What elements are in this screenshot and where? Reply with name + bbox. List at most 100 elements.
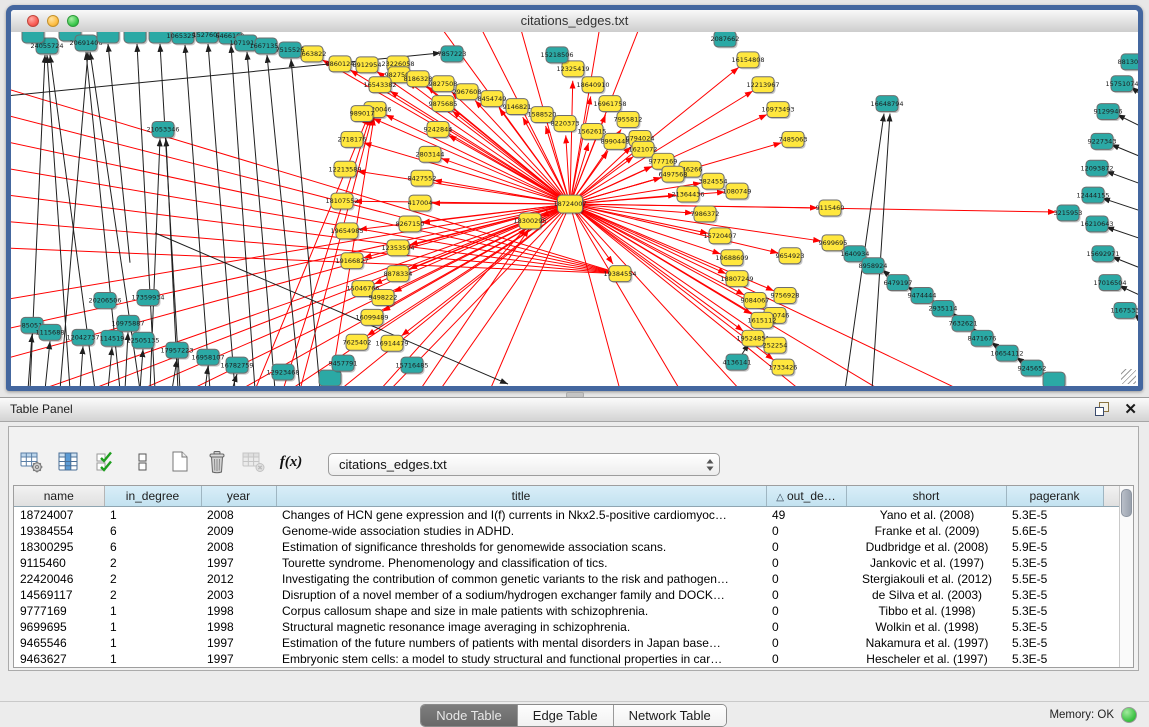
- graph-node[interactable]: 8912954: [353, 57, 382, 74]
- table-cell[interactable]: 5.3E-5: [1006, 506, 1103, 523]
- table-mode-icon[interactable]: [18, 448, 46, 476]
- table-cell[interactable]: 0: [766, 587, 846, 603]
- graph-node[interactable]: 8267150: [396, 216, 425, 233]
- graph-node[interactable]: 15218506: [540, 47, 573, 64]
- graph-node[interactable]: 8471676: [968, 330, 997, 347]
- table-cell[interactable]: 1: [104, 506, 201, 523]
- table-cell[interactable]: 1: [104, 619, 201, 635]
- graph-node[interactable]: 9245652: [1018, 360, 1047, 377]
- window-resize-grip-icon[interactable]: [1121, 369, 1136, 384]
- graph-node[interactable]: 7632621: [949, 315, 978, 332]
- graph-node[interactable]: 2718176: [338, 131, 367, 148]
- graph-node[interactable]: 12444155: [1076, 187, 1109, 204]
- table-cell[interactable]: 0: [766, 555, 846, 571]
- graph-node[interactable]: 9129946: [1094, 104, 1123, 121]
- table-cell[interactable]: 1997: [201, 555, 276, 571]
- table-cell[interactable]: 5.3E-5: [1006, 619, 1103, 635]
- table-cell[interactable]: Embryonic stem cells: a model to study s…: [276, 651, 766, 667]
- graph-node[interactable]: 2087662: [711, 32, 740, 48]
- graph-node[interactable]: 7955812: [614, 112, 643, 129]
- table-cell[interactable]: 2008: [201, 506, 276, 523]
- graph-node[interactable]: 16914479: [375, 335, 408, 352]
- table-cell[interactable]: Stergiakouli et al. (2012): [846, 571, 1006, 587]
- graph-node[interactable]: 9115460: [816, 200, 845, 217]
- scrollbar-thumb[interactable]: [1121, 489, 1132, 517]
- graph-node[interactable]: 8878334: [384, 266, 413, 283]
- table-cell[interactable]: 2: [104, 571, 201, 587]
- graph-node[interactable]: 1615112: [748, 312, 777, 329]
- table-cell[interactable]: 2: [104, 555, 201, 571]
- graph-node[interactable]: 15692971: [1086, 246, 1119, 263]
- table-cell[interactable]: Nakamura et al. (1997): [846, 635, 1006, 651]
- table-cell[interactable]: 5.3E-5: [1006, 635, 1103, 651]
- graph-node[interactable]: 16961758: [593, 96, 626, 113]
- graph-node[interactable]: 16782759: [220, 357, 253, 374]
- delete-rows-icon[interactable]: [203, 448, 231, 476]
- graph-node[interactable]: 12923468: [266, 364, 299, 381]
- graph-node[interactable]: [22, 32, 46, 44]
- table-cell[interactable]: Wolkin et al. (1998): [846, 619, 1006, 635]
- graph-node[interactable]: 9242844: [424, 121, 453, 138]
- graph-node[interactable]: 3215953: [1054, 205, 1083, 222]
- graph-node[interactable]: 1167533: [1111, 302, 1138, 319]
- table-row[interactable]: 1456911722003Disruption of a novel membe…: [14, 587, 1122, 603]
- new-table-icon[interactable]: [166, 448, 194, 476]
- table-cell[interactable]: 2009: [201, 523, 276, 539]
- table-row[interactable]: 946554611997Estimation of the future num…: [14, 635, 1122, 651]
- graph-node[interactable]: 21053346: [146, 121, 179, 138]
- table-cell[interactable]: 2012: [201, 571, 276, 587]
- graph-node[interactable]: 17016504: [1093, 275, 1126, 292]
- graph-node[interactable]: 17359934: [131, 290, 164, 307]
- column-header-name[interactable]: name: [14, 486, 104, 506]
- graph-node[interactable]: 9875685: [429, 96, 458, 113]
- graph-node[interactable]: 10654112: [990, 345, 1023, 362]
- table-cell[interactable]: 18724007: [14, 506, 104, 523]
- graph-node[interactable]: 12042737: [66, 329, 99, 346]
- graph-node[interactable]: 417004: [408, 195, 433, 212]
- graph-node[interactable]: [1043, 372, 1067, 386]
- table-cell[interactable]: Genome-wide association studies in ADHD.: [276, 523, 766, 539]
- graph-node[interactable]: 8860124: [326, 56, 355, 73]
- table-cell[interactable]: 49: [766, 506, 846, 523]
- graph-node[interactable]: 1115688: [36, 324, 65, 341]
- table-cell[interactable]: 9699695: [14, 619, 104, 635]
- table-row[interactable]: 1830029562008Estimation of significance …: [14, 539, 1122, 555]
- table-cell[interactable]: 2003: [201, 587, 276, 603]
- table-cell[interactable]: 1: [104, 651, 201, 667]
- graph-node[interactable]: 18640910: [576, 77, 609, 94]
- table-cell[interactable]: 2: [104, 587, 201, 603]
- table-cell[interactable]: 1: [104, 635, 201, 651]
- table-cell[interactable]: 5.6E-5: [1006, 523, 1103, 539]
- table-cell[interactable]: Hescheler et al. (1997): [846, 651, 1006, 667]
- table-cell[interactable]: 0: [766, 651, 846, 667]
- show-columns-icon[interactable]: [55, 448, 83, 476]
- graph-node[interactable]: 8813054: [1118, 54, 1138, 71]
- graph-node[interactable]: 7986372: [691, 206, 720, 223]
- graph-node[interactable]: 7515526: [276, 42, 305, 59]
- table-row[interactable]: 2242004622012Investigating the contribut…: [14, 571, 1122, 587]
- graph-node[interactable]: 1080749: [723, 183, 752, 200]
- graph-node[interactable]: 9227343: [1088, 133, 1117, 150]
- table-cell[interactable]: 19384554: [14, 523, 104, 539]
- graph-node[interactable]: 1733426: [769, 359, 798, 376]
- table-cell[interactable]: Tourette syndrome. Phenomenology and cla…: [276, 555, 766, 571]
- graph-node[interactable]: 16099489: [355, 309, 388, 326]
- column-header-title[interactable]: title: [276, 486, 766, 506]
- memory-ok-indicator-icon[interactable]: [1121, 707, 1137, 723]
- column-header-pagerank[interactable]: pagerank: [1006, 486, 1103, 506]
- table-cell[interactable]: Changes of HCN gene expression and I(f) …: [276, 506, 766, 523]
- table-cell[interactable]: 0: [766, 619, 846, 635]
- graph-node[interactable]: 7485063: [779, 131, 808, 148]
- table-cell[interactable]: 1997: [201, 651, 276, 667]
- table-row[interactable]: 969969511998Structural magnetic resonanc…: [14, 619, 1122, 635]
- graph-node[interactable]: 15720407: [703, 228, 736, 245]
- graph-node[interactable]: 12213589: [328, 161, 361, 178]
- column-header-short[interactable]: short: [846, 486, 1006, 506]
- table-cell[interactable]: Estimation of significance thresholds fo…: [276, 539, 766, 555]
- table-cell[interactable]: 5.5E-5: [1006, 571, 1103, 587]
- graph-node[interactable]: [124, 32, 148, 44]
- column-header-year[interactable]: year: [201, 486, 276, 506]
- table-cell[interactable]: 5.9E-5: [1006, 539, 1103, 555]
- table-cell[interactable]: 0: [766, 635, 846, 651]
- table-cell[interactable]: 9463627: [14, 651, 104, 667]
